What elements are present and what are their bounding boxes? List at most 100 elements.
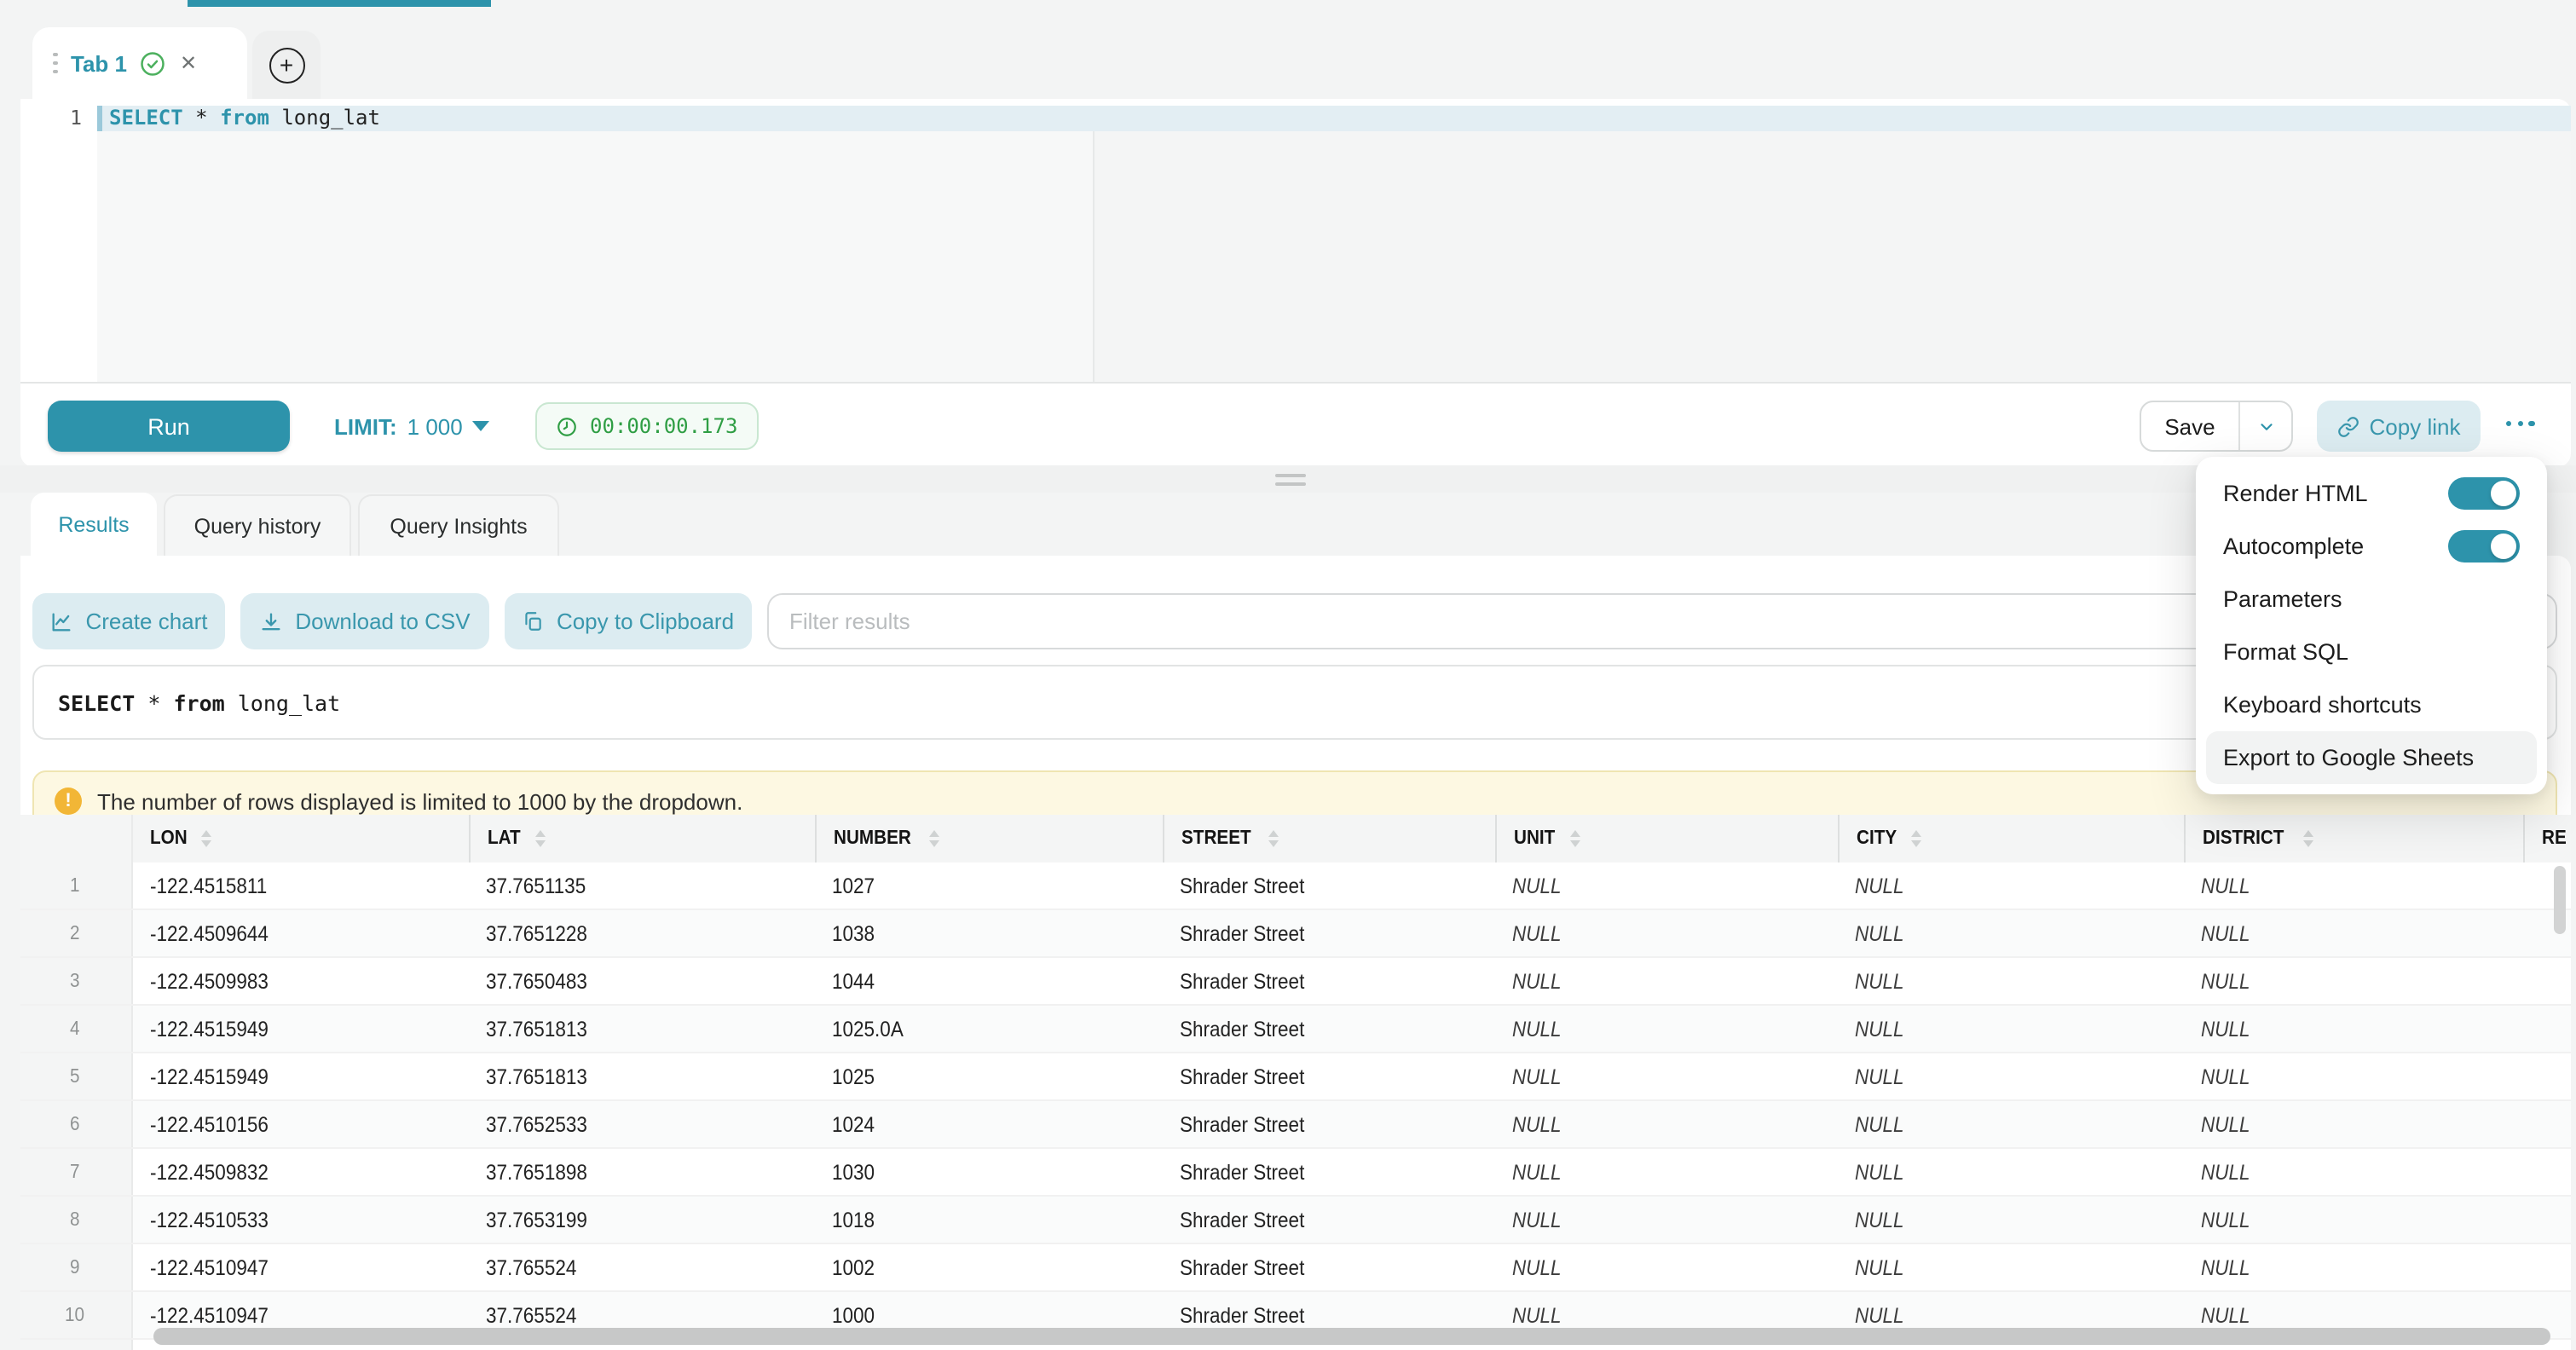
- table-cell[interactable]: NULL: [1838, 1101, 2184, 1147]
- column-header-lon[interactable]: LON: [133, 815, 469, 862]
- table-cell[interactable]: [2523, 1053, 2571, 1099]
- table-cell[interactable]: 37.7651228: [469, 910, 815, 956]
- table-row[interactable]: 1 -122.4515811 37.7651135 1027 Shrader S…: [20, 862, 2571, 910]
- download-csv-button[interactable]: Download to CSV: [240, 593, 489, 649]
- column-header-region[interactable]: RE: [2523, 815, 2571, 862]
- table-row[interactable]: 6 -122.4510156 37.7652533 1024 Shrader S…: [20, 1101, 2571, 1149]
- tab-results[interactable]: Results: [31, 493, 157, 557]
- run-button[interactable]: Run: [48, 401, 290, 452]
- table-cell[interactable]: NULL: [2184, 862, 2523, 909]
- sort-icon[interactable]: [534, 830, 545, 847]
- tab-1[interactable]: Tab 1 ✕: [32, 27, 247, 99]
- table-cell[interactable]: -122.4509983: [133, 958, 469, 1004]
- table-cell[interactable]: Shrader Street: [1163, 1149, 1495, 1195]
- table-cell[interactable]: NULL: [2184, 1101, 2523, 1147]
- sort-icon[interactable]: [930, 830, 940, 847]
- column-header-city[interactable]: CITY: [1838, 815, 2184, 862]
- column-header-street[interactable]: STREET: [1163, 815, 1495, 862]
- create-chart-button[interactable]: Create chart: [32, 593, 225, 649]
- table-cell[interactable]: [2523, 1006, 2571, 1052]
- column-header-district[interactable]: DISTRICT: [2184, 815, 2523, 862]
- table-cell[interactable]: -122.4510947: [133, 1244, 469, 1290]
- table-cell[interactable]: Shrader Street: [1163, 1244, 1495, 1290]
- table-cell[interactable]: 37.7651813: [469, 1053, 815, 1099]
- table-row[interactable]: 4 -122.4515949 37.7651813 1025.0A Shrade…: [20, 1006, 2571, 1053]
- table-cell[interactable]: 37.7651813: [469, 1006, 815, 1052]
- table-cell[interactable]: Shrader Street: [1163, 1006, 1495, 1052]
- menu-item-format-sql[interactable]: Format SQL: [2206, 626, 2537, 678]
- menu-item-export-google-sheets[interactable]: Export to Google Sheets: [2206, 731, 2537, 784]
- panel-splitter[interactable]: [0, 465, 2576, 493]
- menu-item-parameters[interactable]: Parameters: [2206, 573, 2537, 626]
- editor-empty-area[interactable]: [97, 131, 1095, 382]
- table-cell[interactable]: NULL: [1838, 1006, 2184, 1052]
- table-cell[interactable]: NULL: [1495, 1149, 1838, 1195]
- table-cell[interactable]: NULL: [1838, 1053, 2184, 1099]
- table-cell[interactable]: 37.7652533: [469, 1101, 815, 1147]
- table-cell[interactable]: 37.7651135: [469, 862, 815, 909]
- vertical-scrollbar[interactable]: [2554, 866, 2566, 934]
- table-cell[interactable]: NULL: [1495, 910, 1838, 956]
- table-cell[interactable]: -122.4515949: [133, 1006, 469, 1052]
- sort-icon[interactable]: [1570, 830, 1580, 847]
- table-row[interactable]: 8 -122.4510533 37.7653199 1018 Shrader S…: [20, 1197, 2571, 1244]
- tab-query-history[interactable]: Query history: [164, 494, 351, 557]
- table-cell[interactable]: NULL: [1495, 1101, 1838, 1147]
- table-cell[interactable]: 37.7651898: [469, 1149, 815, 1195]
- table-cell[interactable]: Shrader Street: [1163, 862, 1495, 909]
- drag-grip-icon[interactable]: [53, 53, 57, 74]
- table-cell[interactable]: [2523, 958, 2571, 1004]
- table-cell[interactable]: NULL: [2184, 958, 2523, 1004]
- table-cell[interactable]: 1038: [815, 910, 1163, 956]
- table-cell[interactable]: [2523, 1244, 2571, 1290]
- table-row[interactable]: 9 -122.4510947 37.765524 1002 Shrader St…: [20, 1244, 2571, 1292]
- table-cell[interactable]: 1025: [815, 1053, 1163, 1099]
- sort-icon[interactable]: [202, 830, 212, 847]
- table-cell[interactable]: 1024: [815, 1101, 1163, 1147]
- table-cell[interactable]: Shrader Street: [1163, 1053, 1495, 1099]
- table-cell[interactable]: 1030: [815, 1149, 1163, 1195]
- table-row[interactable]: 2 -122.4509644 37.7651228 1038 Shrader S…: [20, 910, 2571, 958]
- table-cell[interactable]: -122.4515811: [133, 862, 469, 909]
- table-cell[interactable]: NULL: [1495, 1053, 1838, 1099]
- table-cell[interactable]: 1018: [815, 1197, 1163, 1243]
- column-header-lat[interactable]: LAT: [469, 815, 815, 862]
- more-options-button[interactable]: [2506, 421, 2534, 426]
- table-cell[interactable]: Shrader Street: [1163, 1101, 1495, 1147]
- table-cell[interactable]: NULL: [1838, 958, 2184, 1004]
- editor-active-line[interactable]: SELECT * from long_lat: [97, 106, 2571, 131]
- table-cell[interactable]: NULL: [2184, 1149, 2523, 1195]
- table-cell[interactable]: NULL: [2184, 1244, 2523, 1290]
- new-tab-button[interactable]: +: [252, 31, 321, 99]
- table-row[interactable]: 3 -122.4509983 37.7650483 1044 Shrader S…: [20, 958, 2571, 1006]
- table-cell[interactable]: NULL: [1838, 1244, 2184, 1290]
- menu-item-keyboard-shortcuts[interactable]: Keyboard shortcuts: [2206, 678, 2537, 731]
- close-tab-icon[interactable]: ✕: [180, 53, 197, 73]
- column-header-unit[interactable]: UNIT: [1495, 815, 1838, 862]
- table-row[interactable]: 7 -122.4509832 37.7651898 1030 Shrader S…: [20, 1149, 2571, 1197]
- table-cell[interactable]: -122.4515949: [133, 1053, 469, 1099]
- horizontal-scrollbar[interactable]: [153, 1328, 2550, 1345]
- table-cell[interactable]: NULL: [1838, 1149, 2184, 1195]
- table-cell[interactable]: [2523, 1197, 2571, 1243]
- table-cell[interactable]: 37.7653199: [469, 1197, 815, 1243]
- table-cell[interactable]: 37.7650483: [469, 958, 815, 1004]
- table-cell[interactable]: -122.4509832: [133, 1149, 469, 1195]
- table-cell[interactable]: NULL: [1495, 1006, 1838, 1052]
- table-cell[interactable]: NULL: [1838, 1197, 2184, 1243]
- table-cell[interactable]: -122.4509644: [133, 910, 469, 956]
- table-cell[interactable]: 37.765524: [469, 1244, 815, 1290]
- menu-item-autocomplete[interactable]: Autocomplete: [2206, 520, 2537, 573]
- column-header-number[interactable]: NUMBER: [815, 815, 1163, 862]
- table-cell[interactable]: NULL: [2184, 1197, 2523, 1243]
- table-cell[interactable]: NULL: [2184, 910, 2523, 956]
- table-cell[interactable]: Shrader Street: [1163, 1197, 1495, 1243]
- sort-icon[interactable]: [1911, 830, 1921, 847]
- table-cell[interactable]: Shrader Street: [1163, 910, 1495, 956]
- table-cell[interactable]: NULL: [2184, 1006, 2523, 1052]
- toggle-on-icon[interactable]: [2448, 530, 2520, 562]
- table-cell[interactable]: NULL: [1495, 1197, 1838, 1243]
- table-cell[interactable]: [2523, 1149, 2571, 1195]
- table-cell[interactable]: 1027: [815, 862, 1163, 909]
- menu-item-render-html[interactable]: Render HTML: [2206, 467, 2537, 520]
